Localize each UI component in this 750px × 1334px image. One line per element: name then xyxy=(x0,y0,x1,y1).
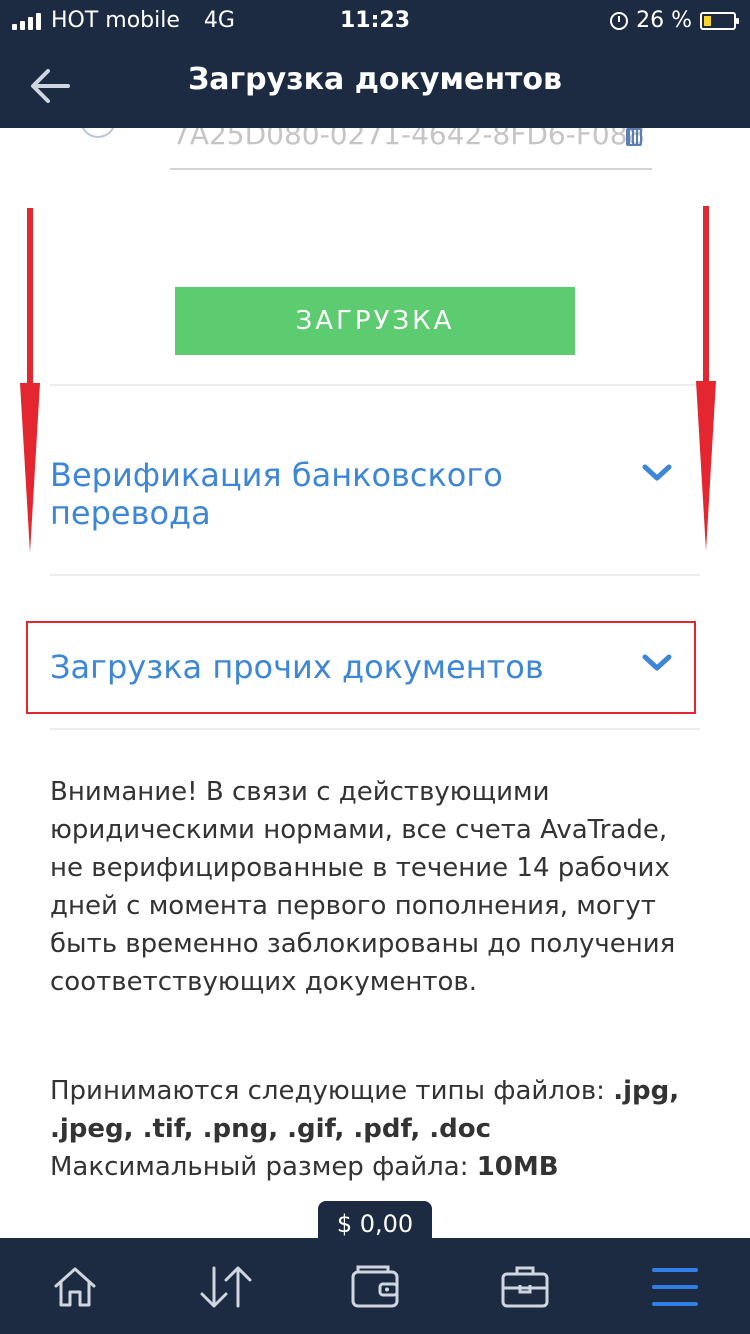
section-bank-transfer-verification[interactable]: Верификация банковского перевода xyxy=(50,456,700,532)
section-title: Верификация банковского перевода xyxy=(50,456,503,532)
file-size-label: Максимальный размер файла: xyxy=(50,1152,477,1182)
up-down-arrows-icon xyxy=(200,1266,252,1308)
document-id-value: 7A25D080-0271-4642-8FD6-F088B349 xyxy=(172,128,644,151)
divider xyxy=(50,728,700,730)
verification-notice: Внимание! В связи с действующими юридиче… xyxy=(50,777,676,997)
status-right: 26 % xyxy=(610,8,739,33)
tab-menu[interactable] xyxy=(652,1262,702,1312)
menu-icon xyxy=(652,1268,698,1306)
home-icon xyxy=(54,1267,96,1307)
upload-button[interactable]: ЗАГРУЗКА xyxy=(175,287,575,355)
file-size-value: 10MB xyxy=(476,1152,559,1182)
red-arrow-down-icon xyxy=(696,206,716,551)
tab-home[interactable] xyxy=(50,1262,100,1312)
wallet-icon xyxy=(351,1265,399,1308)
copy-icon[interactable] xyxy=(626,128,642,146)
bottom-tab-bar xyxy=(0,1238,750,1334)
top-bar: HOT mobile 4G 11:23 26 % Загрузка докуме… xyxy=(0,0,750,128)
page-title: Загрузка документов xyxy=(187,62,563,97)
divider xyxy=(50,574,700,576)
section-other-documents-upload[interactable]: Загрузка прочих документов xyxy=(50,648,700,686)
document-id-field[interactable]: 7A25D080-0271-4642-8FD6-F088B349 xyxy=(170,128,652,170)
chevron-down-icon[interactable] xyxy=(642,654,672,672)
file-types-label: Принимаются следующие типы файлов: xyxy=(50,1076,614,1106)
tab-portfolio[interactable] xyxy=(500,1262,550,1312)
section-title: Загрузка прочих документов xyxy=(50,648,544,686)
red-arrow-down-icon xyxy=(20,208,40,553)
balance-display[interactable]: $ 0,00 xyxy=(318,1201,432,1243)
alarm-icon xyxy=(610,11,629,30)
divider xyxy=(50,384,700,386)
briefcase-icon xyxy=(501,1266,549,1308)
chevron-down-icon[interactable] xyxy=(642,464,672,482)
content-area[interactable]: 7A25D080-0271-4642-8FD6-F088B349 ЗАГРУЗК… xyxy=(0,128,750,1238)
info-icon xyxy=(80,128,116,138)
status-bar: HOT mobile 4G 11:23 26 % xyxy=(0,0,750,42)
battery-percent: 26 % xyxy=(636,8,692,33)
file-requirements: Принимаются следующие типы файлов: .jpg,… xyxy=(50,1072,700,1186)
battery-icon xyxy=(700,11,739,30)
tab-trade[interactable] xyxy=(198,1262,252,1312)
tab-wallet[interactable] xyxy=(350,1262,400,1312)
document-id-row: 7A25D080-0271-4642-8FD6-F088B349 xyxy=(80,128,660,170)
